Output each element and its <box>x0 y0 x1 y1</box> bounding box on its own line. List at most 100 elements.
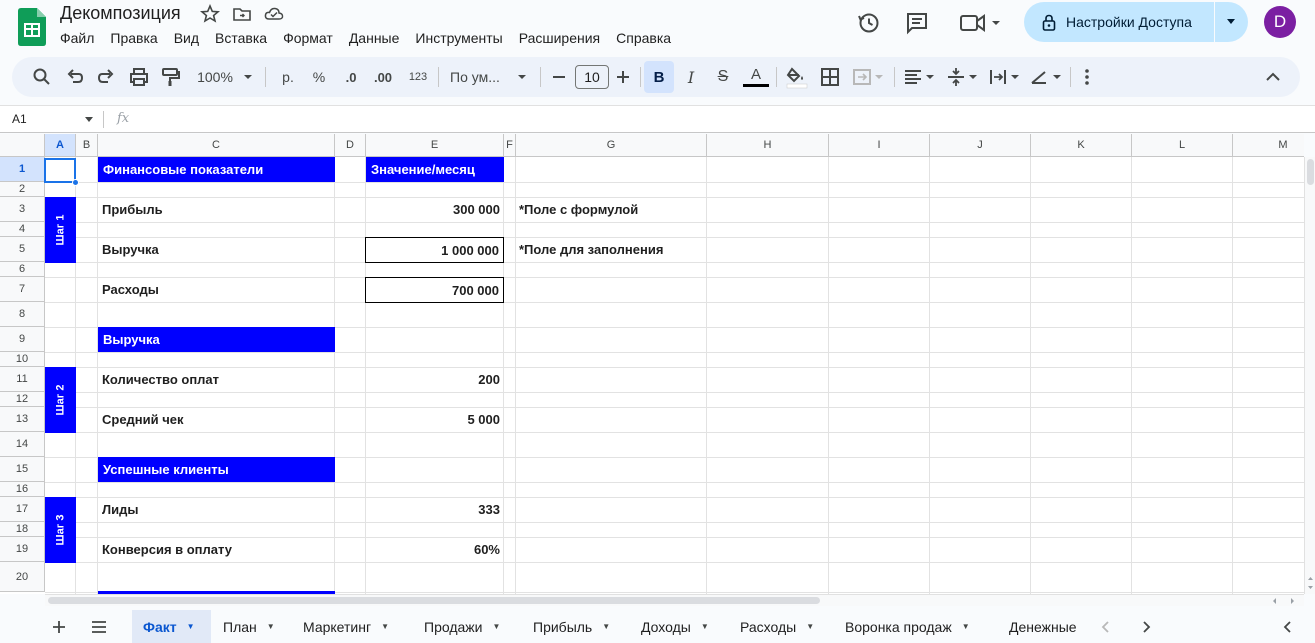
row-header-20[interactable]: 20 <box>0 562 45 592</box>
cell-e19[interactable]: 60% <box>366 537 504 562</box>
scroll-tabs-right-icon[interactable] <box>1138 619 1154 635</box>
cell-c11[interactable]: Количество оплат <box>102 367 219 392</box>
name-box[interactable]: A1 <box>12 112 27 126</box>
tab-menu-icon[interactable]: ▼ <box>267 622 275 631</box>
step-1-block[interactable]: Шаг 1 <box>45 197 76 263</box>
sheet-tab-sales-funnel[interactable]: Воронка продаж ▼ <box>834 610 997 643</box>
redo-icon[interactable] <box>94 65 118 89</box>
row-header-13[interactable]: 13 <box>0 407 45 432</box>
sheets-logo-icon[interactable] <box>18 8 46 46</box>
sheet-tab-profit[interactable]: Прибыль ▼ <box>522 610 630 643</box>
number-format-button[interactable]: 123 <box>404 65 432 89</box>
add-sheet-icon[interactable] <box>50 618 68 636</box>
column-header-a[interactable]: A <box>45 134 76 157</box>
scroll-tabs-left-icon[interactable] <box>1098 619 1114 635</box>
row-header-3[interactable]: 3 <box>0 197 45 222</box>
row-header-5[interactable]: 5 <box>0 237 45 262</box>
comments-icon[interactable] <box>904 10 930 36</box>
cell-c15[interactable]: Успешные клиенты <box>98 457 335 482</box>
sheet-tab-fact[interactable]: Факт ▼ <box>132 610 211 643</box>
undo-icon[interactable] <box>63 65 87 89</box>
paint-format-icon[interactable] <box>158 65 182 89</box>
row-header-12[interactable]: 12 <box>0 392 45 407</box>
row-header-11[interactable]: 11 <box>0 367 45 392</box>
column-header-e[interactable]: E <box>366 134 504 157</box>
menu-insert[interactable]: Вставка <box>207 29 275 47</box>
text-rotation-icon[interactable] <box>1028 65 1064 89</box>
row-header-18[interactable]: 18 <box>0 522 45 537</box>
share-button[interactable]: Настройки Доступа <box>1024 2 1248 42</box>
row-header-10[interactable]: 10 <box>0 352 45 367</box>
menu-edit[interactable]: Правка <box>102 29 165 47</box>
cell-g3[interactable]: *Поле с формулой <box>519 197 638 222</box>
sheet-tab-plan[interactable]: План ▼ <box>212 610 291 643</box>
cell-c1[interactable]: Финансовые показатели <box>98 157 335 182</box>
vertical-scrollbar[interactable] <box>1304 157 1315 594</box>
tab-menu-icon[interactable]: ▼ <box>187 622 195 631</box>
horizontal-scrollbar[interactable] <box>45 594 1304 606</box>
strikethrough-button[interactable]: S <box>710 65 736 89</box>
formula-input[interactable] <box>140 108 1300 130</box>
horizontal-align-icon[interactable] <box>901 65 937 89</box>
row-header-8[interactable]: 8 <box>0 302 45 327</box>
selected-cell-a1[interactable] <box>44 158 76 183</box>
fill-handle[interactable] <box>72 179 79 186</box>
cell-e1[interactable]: Значение/месяц <box>366 157 504 182</box>
column-header-c[interactable]: C <box>98 134 335 157</box>
zoom-dropdown-icon[interactable] <box>242 65 254 89</box>
scroll-arrows-icon[interactable] <box>1307 575 1314 591</box>
horizontal-scroll-thumb[interactable] <box>48 597 820 604</box>
tab-menu-icon[interactable]: ▼ <box>806 622 814 631</box>
row-header-16[interactable]: 16 <box>0 482 45 497</box>
cloud-status-icon[interactable] <box>264 4 284 24</box>
column-header-l[interactable]: L <box>1132 134 1233 157</box>
step-2-block[interactable]: Шаг 2 <box>45 367 76 433</box>
row-header-7[interactable]: 7 <box>0 277 45 302</box>
row-header-17[interactable]: 17 <box>0 497 45 522</box>
currency-format-button[interactable]: р. <box>276 65 300 89</box>
row-header-4[interactable]: 4 <box>0 222 45 237</box>
sheet-tab-sales[interactable]: Продажи ▼ <box>413 610 521 643</box>
row-header-19[interactable]: 19 <box>0 537 45 562</box>
sheet-tab-cash[interactable]: Денежные <box>998 610 1086 643</box>
row-header-2[interactable]: 2 <box>0 182 45 197</box>
menu-view[interactable]: Вид <box>166 29 207 47</box>
cell-e13[interactable]: 5 000 <box>366 407 504 432</box>
cell-e5[interactable]: 1 000 000 <box>365 237 504 263</box>
column-header-j[interactable]: J <box>930 134 1031 157</box>
fill-color-icon[interactable] <box>784 65 810 89</box>
font-family-select[interactable]: По ум... <box>450 65 510 89</box>
cell-e3[interactable]: 300 000 <box>366 197 504 222</box>
cell-c3[interactable]: Прибыль <box>102 197 163 222</box>
row-header-14[interactable]: 14 <box>0 432 45 457</box>
zoom-select[interactable]: 100% <box>193 65 237 89</box>
text-wrap-icon[interactable] <box>986 65 1022 89</box>
column-header-g[interactable]: G <box>516 134 707 157</box>
percent-format-button[interactable]: % <box>308 65 330 89</box>
sheet-tab-marketing[interactable]: Маркетинг ▼ <box>292 610 412 643</box>
font-dropdown-icon[interactable] <box>516 65 528 89</box>
italic-button[interactable]: I <box>678 65 704 89</box>
select-all-corner[interactable] <box>0 134 45 157</box>
menu-format[interactable]: Формат <box>275 29 341 47</box>
version-history-icon[interactable] <box>856 10 882 36</box>
print-icon[interactable] <box>127 65 151 89</box>
row-header-9[interactable]: 9 <box>0 327 45 352</box>
cell-c5[interactable]: Выручка <box>102 237 159 262</box>
menu-tools[interactable]: Инструменты <box>407 29 510 47</box>
doc-title[interactable]: Декомпозиция <box>60 3 181 24</box>
merge-cells-icon[interactable] <box>850 65 886 89</box>
avatar[interactable]: D <box>1264 6 1296 38</box>
menu-file[interactable]: Файл <box>52 29 102 47</box>
cell-c7[interactable]: Расходы <box>102 277 159 302</box>
tab-menu-icon[interactable]: ▼ <box>701 622 709 631</box>
column-header-k[interactable]: K <box>1031 134 1132 157</box>
cell-c19[interactable]: Конверсия в оплату <box>102 537 232 562</box>
text-color-button[interactable]: A <box>743 65 769 87</box>
more-options-icon[interactable] <box>1076 65 1098 89</box>
bold-button[interactable]: B <box>644 61 674 93</box>
column-header-i[interactable]: I <box>829 134 930 157</box>
decrease-decimal-button[interactable]: .0 <box>338 65 364 89</box>
cell-c13[interactable]: Средний чек <box>102 407 184 432</box>
row-header-15[interactable]: 15 <box>0 457 45 482</box>
